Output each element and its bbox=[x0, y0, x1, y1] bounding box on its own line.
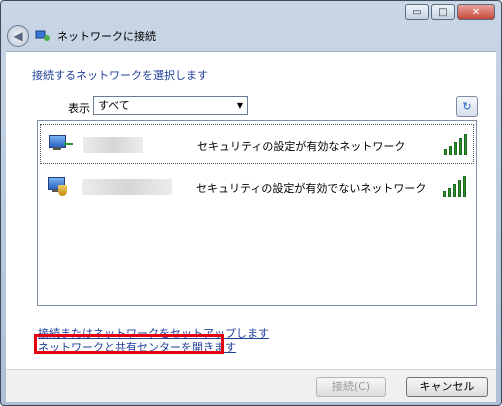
dialog-window: ▭ □ ✕ ◀ ネットワークに接続 接続するネットワークを選択します 表示 すべ… bbox=[0, 0, 502, 406]
page-heading: 接続するネットワークを選択します bbox=[32, 69, 208, 82]
maximize-button[interactable]: □ bbox=[431, 4, 455, 20]
connect-button[interactable]: 接続(C) bbox=[316, 377, 386, 397]
refresh-icon: ↻ bbox=[462, 100, 472, 113]
network-security-text: セキュリティの設定が有効でないネットワーク bbox=[196, 182, 427, 195]
signal-strength-icon bbox=[444, 133, 468, 155]
content-panel: 接続するネットワークを選択します 表示 すべて ▼ ↻ セキュリティの設定が有効… bbox=[6, 51, 496, 370]
network-name-redacted bbox=[82, 179, 172, 195]
network-name-redacted bbox=[83, 137, 143, 153]
network-list[interactable]: セキュリティの設定が有効なネットワーク セキュリティの設定が有効でないネットワー… bbox=[37, 120, 477, 306]
network-monitor-icon bbox=[49, 135, 73, 155]
minimize-button[interactable]: ▭ bbox=[405, 4, 429, 20]
network-item[interactable]: セキュリティの設定が有効なネットワーク bbox=[40, 124, 474, 164]
cancel-button[interactable]: キャンセル bbox=[406, 377, 488, 397]
window-controls: ▭ □ ✕ bbox=[405, 4, 495, 20]
network-item[interactable]: セキュリティの設定が有効でないネットワーク bbox=[40, 167, 474, 207]
close-button[interactable]: ✕ bbox=[457, 4, 495, 20]
title-row: ◀ ネットワークに接続 bbox=[7, 23, 156, 49]
show-label: 表示 bbox=[68, 102, 90, 115]
back-arrow-icon[interactable]: ◀ bbox=[7, 25, 29, 47]
highlight-box bbox=[34, 334, 224, 354]
filter-selected-value: すべて bbox=[98, 99, 130, 112]
network-wizard-icon bbox=[35, 28, 51, 44]
button-bar: 接続(C) キャンセル bbox=[6, 369, 496, 402]
filter-select[interactable]: すべて ▼ bbox=[93, 96, 248, 115]
window-title: ネットワークに接続 bbox=[57, 30, 156, 43]
chevron-down-icon: ▼ bbox=[236, 101, 243, 110]
refresh-button[interactable]: ↻ bbox=[456, 96, 478, 117]
signal-strength-icon bbox=[443, 175, 467, 197]
network-security-text: セキュリティの設定が有効なネットワーク bbox=[197, 140, 406, 153]
network-monitor-shield-icon bbox=[48, 177, 72, 197]
